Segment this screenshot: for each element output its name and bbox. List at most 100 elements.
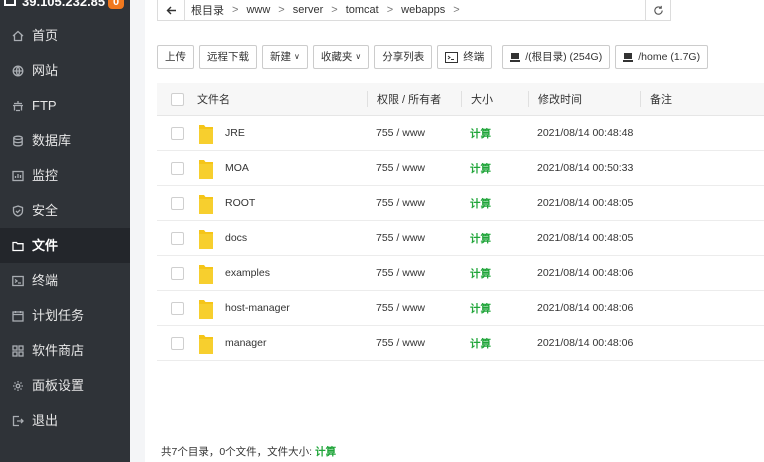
header-perm[interactable]: 权限 / 所有者 xyxy=(367,91,461,107)
row-checkbox[interactable] xyxy=(170,161,184,175)
table-row[interactable]: host-manager 755 / www 计算 2021/08/14 00:48:… xyxy=(157,291,764,326)
share-list-button[interactable]: 分享列表 xyxy=(374,45,433,69)
file-note[interactable] xyxy=(640,160,764,176)
disk-root-button[interactable]: /(根目录) (254G) xyxy=(502,45,611,69)
breadcrumb-segment[interactable]: server xyxy=(293,4,324,16)
chevron-down-icon: ∨ xyxy=(294,52,300,61)
refresh-button[interactable] xyxy=(645,0,671,21)
chevron-right-icon: > xyxy=(331,4,338,16)
row-checkbox[interactable] xyxy=(170,196,184,210)
sidebar-item-10[interactable]: 面板设置 xyxy=(0,368,130,403)
calc-size-link[interactable]: 计算 xyxy=(470,126,491,141)
file-name[interactable]: examples xyxy=(225,267,270,279)
disk-home-button[interactable]: /home (1.7G) xyxy=(615,45,709,69)
header-name[interactable]: 文件名 xyxy=(197,91,367,107)
row-checkbox[interactable] xyxy=(170,336,184,350)
folder-icon xyxy=(199,125,213,144)
file-perm[interactable]: 755 / www xyxy=(367,230,461,246)
chevron-right-icon: > xyxy=(453,4,460,16)
calc-size-link[interactable]: 计算 xyxy=(470,161,491,176)
disk-root-label: /(根目录) (254G) xyxy=(525,51,603,63)
row-checkbox[interactable] xyxy=(170,266,184,280)
calc-size-link[interactable]: 计算 xyxy=(470,196,491,211)
home-icon xyxy=(12,30,24,42)
favorites-button[interactable]: 收藏夹 ∨ xyxy=(312,45,370,69)
file-perm[interactable]: 755 / www xyxy=(367,125,461,141)
calc-size-link[interactable]: 计算 xyxy=(470,266,491,281)
remote-download-button[interactable]: 远程下载 xyxy=(199,45,257,69)
row-checkbox[interactable] xyxy=(170,301,184,315)
header-time[interactable]: 修改时间 xyxy=(528,91,640,107)
shield-icon xyxy=(12,204,24,217)
monitor-icon xyxy=(12,170,24,182)
sidebar-item-6[interactable]: 文件 xyxy=(0,228,130,263)
share-list-label: 分享列表 xyxy=(382,51,425,63)
file-name[interactable]: manager xyxy=(225,337,266,349)
terminal-label: 终端 xyxy=(463,51,485,63)
file-note[interactable] xyxy=(640,125,764,141)
row-checkbox[interactable] xyxy=(170,126,184,140)
update-badge[interactable]: 0 xyxy=(108,0,124,9)
file-name[interactable]: ROOT xyxy=(225,197,255,209)
row-checkbox[interactable] xyxy=(170,231,184,245)
file-perm[interactable]: 755 / www xyxy=(367,195,461,211)
breadcrumb-segment[interactable]: webapps xyxy=(401,4,445,16)
path-bar: 根目录 > www > server > tomcat > webapps > xyxy=(157,0,659,21)
sidebar-item-9[interactable]: 软件商店 xyxy=(0,333,130,368)
new-button[interactable]: 新建 ∨ xyxy=(262,45,308,69)
back-button[interactable] xyxy=(158,0,185,20)
server-header: 39.105.232.85 0 xyxy=(0,0,130,12)
table-row[interactable]: MOA 755 / www 计算 2021/08/14 00:50:33 xyxy=(157,151,764,186)
terminal-button[interactable]: 终端 xyxy=(437,45,493,69)
footer-text: 共7个目录，0个文件，文件大小: xyxy=(161,446,313,458)
file-name[interactable]: MOA xyxy=(225,162,249,174)
sidebar-item-1[interactable]: 网站 xyxy=(0,53,130,88)
table-row[interactable]: examples 755 / www 计算 2021/08/14 00:48:06 xyxy=(157,256,764,291)
chevron-right-icon: > xyxy=(386,4,394,16)
sidebar-item-8[interactable]: 计划任务 xyxy=(0,298,130,333)
file-note[interactable] xyxy=(640,230,764,246)
sidebar-item-5[interactable]: 安全 xyxy=(0,193,130,228)
folder-icon xyxy=(199,195,213,214)
chevron-down-icon: ∨ xyxy=(355,52,362,61)
file-note[interactable] xyxy=(640,265,764,281)
file-name[interactable]: docs xyxy=(225,232,247,244)
file-perm[interactable]: 755 / www xyxy=(367,335,461,351)
gear-icon xyxy=(12,380,24,392)
file-note[interactable] xyxy=(640,195,764,211)
footer-calc-link[interactable]: 计算 xyxy=(315,446,336,458)
file-note[interactable] xyxy=(640,335,764,351)
breadcrumb-segment[interactable]: 根目录 xyxy=(191,2,224,18)
file-note[interactable] xyxy=(640,300,764,316)
favorites-label: 收藏夹 xyxy=(320,51,353,63)
breadcrumb-segment[interactable]: www xyxy=(246,4,270,16)
header-size[interactable]: 大小 xyxy=(461,91,528,107)
calc-size-link[interactable]: 计算 xyxy=(470,301,491,316)
sidebar-item-4[interactable]: 监控 xyxy=(0,158,130,193)
calc-size-link[interactable]: 计算 xyxy=(470,336,491,351)
table-row[interactable]: docs 755 / www 计算 2021/08/14 00:48:05 xyxy=(157,221,764,256)
file-perm[interactable]: 755 / www xyxy=(367,160,461,176)
breadcrumb-segment[interactable]: tomcat xyxy=(346,4,379,16)
select-all-checkbox[interactable] xyxy=(170,92,184,106)
file-perm[interactable]: 755 / www xyxy=(367,300,461,316)
sidebar-item-0[interactable]: 首页 xyxy=(0,18,130,53)
sidebar-item-11[interactable]: 退出 xyxy=(0,403,130,438)
file-mtime: 2021/08/14 00:48:05 xyxy=(537,197,634,209)
sidebar-item-2[interactable]: FTP xyxy=(0,88,130,123)
file-perm[interactable]: 755 / www xyxy=(367,265,461,281)
calc-size-link[interactable]: 计算 xyxy=(470,231,491,246)
refresh-icon xyxy=(653,5,663,15)
folder-icon xyxy=(12,240,24,252)
table-row[interactable]: JRE 755 / www 计算 2021/08/14 00:48:48 xyxy=(157,116,764,151)
folder-icon xyxy=(199,230,213,249)
file-name[interactable]: host-manager xyxy=(225,302,290,314)
file-name[interactable]: JRE xyxy=(225,127,245,139)
sidebar-item-label: 软件商店 xyxy=(32,343,85,358)
sidebar-item-7[interactable]: 终端 xyxy=(0,263,130,298)
sidebar-item-3[interactable]: 数据库 xyxy=(0,123,130,158)
table-row[interactable]: manager 755 / www 计算 2021/08/14 00:48:06 xyxy=(157,326,764,361)
table-row[interactable]: ROOT 755 / www 计算 2021/08/14 00:48:05 xyxy=(157,186,764,221)
database-icon xyxy=(12,135,24,147)
upload-button[interactable]: 上传 xyxy=(157,45,194,69)
